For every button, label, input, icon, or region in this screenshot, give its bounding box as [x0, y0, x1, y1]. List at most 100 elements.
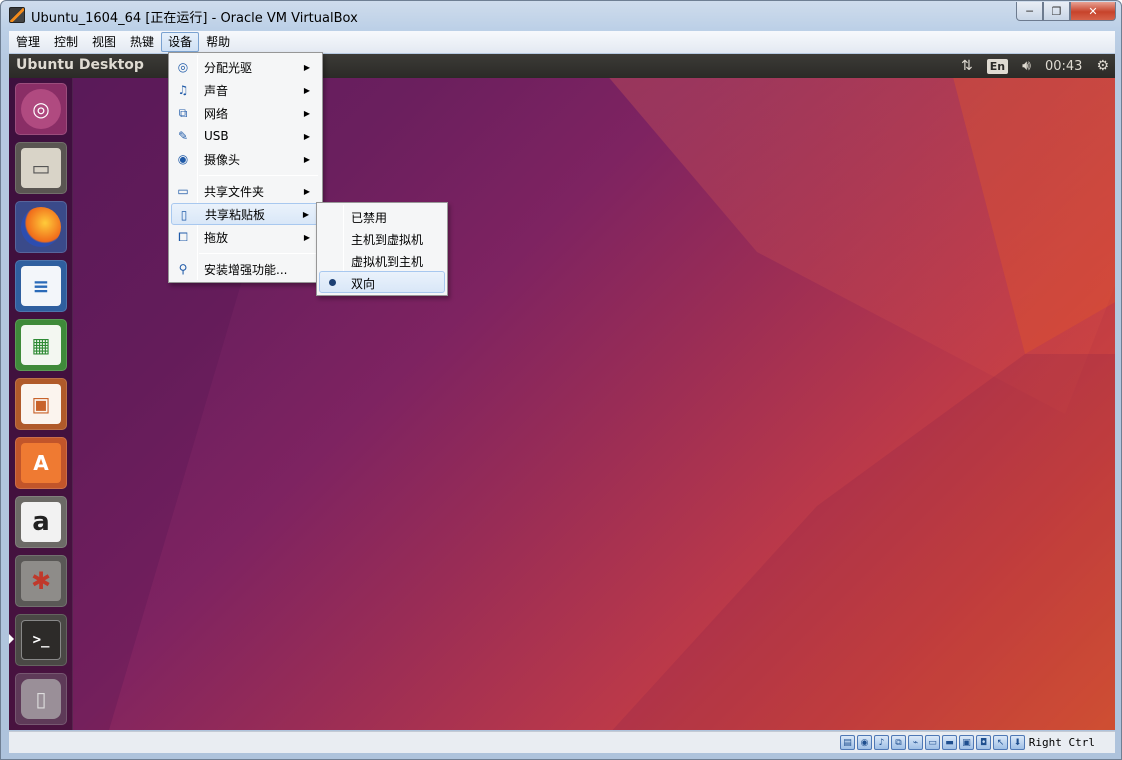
menu-manage[interactable]: 管理: [9, 32, 47, 52]
submenu-arrow-icon: ▶: [303, 154, 310, 164]
submenu-item-label: 双向: [351, 277, 376, 291]
menu-item-audio[interactable]: ♫ 声音 ▶: [171, 79, 320, 101]
menu-item-label: 声音: [204, 83, 229, 98]
terminal-icon: >_: [21, 620, 61, 660]
menu-item-label: 安装增强功能...: [204, 262, 288, 277]
webcam-icon: ◉: [177, 152, 189, 166]
firefox-icon: [21, 207, 61, 247]
shared-folder-icon[interactable]: ▭: [925, 735, 940, 750]
menu-item-network[interactable]: ⧉ 网络 ▶: [171, 102, 320, 124]
menu-item-label: 网络: [204, 106, 229, 121]
submenu-arrow-icon: ▶: [303, 131, 310, 141]
minimize-icon: ─: [1026, 4, 1033, 18]
clipboard-option-bidirectional[interactable]: 双向: [319, 271, 445, 293]
recording-icon[interactable]: ▣: [959, 735, 974, 750]
indicator-area: ⇅ En 🔊︎ 00:43 ⚙: [961, 54, 1109, 78]
usb-icon: ✎: [177, 129, 189, 143]
menu-item-optical-drives[interactable]: ◎ 分配光驱 ▶: [171, 56, 320, 78]
menu-devices[interactable]: 设备: [161, 32, 200, 52]
window-controls: ─ ❐ ✕: [1016, 2, 1116, 21]
menu-item-shared-clipboard[interactable]: ▯ 共享粘贴板 ▶: [171, 203, 320, 225]
devices-menu: ◎ 分配光驱 ▶ ♫ 声音 ▶ ⧉ 网络 ▶ ✎ USB ▶ ◉ 摄像头 ▶ ▭…: [168, 52, 323, 283]
optical-disk-icon[interactable]: ◉: [857, 735, 872, 750]
menu-item-label: USB: [204, 129, 229, 143]
submenu-arrow-icon: ▶: [303, 186, 310, 196]
drag-drop-icon: ⧠: [178, 229, 188, 244]
clipboard-option-guest-to-host[interactable]: 虚拟机到主机: [319, 249, 445, 271]
menu-item-insert-guest-additions[interactable]: ⚲ 安装增强功能...: [171, 258, 320, 280]
cpu-icon[interactable]: ◘: [976, 735, 991, 750]
launcher-writer[interactable]: ≡: [15, 260, 67, 312]
audio-icon: ♫: [177, 83, 189, 97]
minimize-button[interactable]: ─: [1016, 2, 1043, 21]
ubuntu-launcher: ◎ ▭ ≡ ▦ ▣ A a ✱ >_ ▯: [9, 78, 73, 730]
launcher-terminal[interactable]: >_: [15, 614, 67, 666]
clipboard-option-host-to-guest[interactable]: 主机到虚拟机: [319, 227, 445, 249]
menu-item-label: 共享文件夹: [204, 184, 265, 199]
ubuntu-software-icon: A: [21, 443, 61, 483]
clipboard-icon: ▯: [180, 208, 188, 222]
optical-disc-icon: ◎: [177, 60, 189, 74]
volume-icon[interactable]: 🔊︎: [1022, 58, 1031, 74]
menu-item-label: 分配光驱: [204, 60, 253, 75]
menu-hotkeys[interactable]: 热键: [123, 32, 161, 52]
menu-bar: 管理 控制 视图 热键 设备 帮助: [9, 31, 1115, 53]
menu-help[interactable]: 帮助: [199, 32, 237, 52]
menu-item-webcam[interactable]: ◉ 摄像头 ▶: [171, 148, 320, 170]
wallpaper-facet: [609, 354, 1115, 730]
menu-separator: [199, 253, 318, 254]
menu-item-shared-folders[interactable]: ▭ 共享文件夹 ▶: [171, 180, 320, 202]
clipboard-option-disabled[interactable]: 已禁用: [319, 205, 445, 227]
power-gear-icon[interactable]: ⚙: [1096, 58, 1109, 74]
restore-button[interactable]: ❐: [1043, 2, 1070, 21]
network-icon[interactable]: ⧉: [891, 735, 906, 750]
menu-item-label: 共享粘贴板: [205, 207, 266, 222]
menu-item-drag-drop[interactable]: ⧠ 拖放 ▶: [171, 226, 320, 248]
shared-folder-icon: ▭: [177, 184, 189, 198]
title-bar[interactable]: Ubuntu_1604_64 [正在运行] - Oracle VM Virtua…: [1, 1, 1121, 29]
launcher-calc[interactable]: ▦: [15, 319, 67, 371]
submenu-arrow-icon: ▶: [303, 85, 310, 95]
network-icon: ⧉: [178, 105, 188, 120]
launcher-firefox[interactable]: [15, 201, 67, 253]
launcher-settings[interactable]: ✱: [15, 555, 67, 607]
launcher-software[interactable]: A: [15, 437, 67, 489]
panel-title: Ubuntu Desktop: [16, 57, 144, 73]
wallpaper-facet: [589, 54, 1115, 414]
mouse-integration-icon[interactable]: ↖: [993, 735, 1008, 750]
usb-icon[interactable]: ⌁: [908, 735, 923, 750]
wallpaper-facet: [947, 54, 1115, 354]
launcher-trash[interactable]: ▯: [15, 673, 67, 725]
display-icon[interactable]: ▬: [942, 735, 957, 750]
submenu-arrow-icon: ▶: [302, 209, 309, 219]
audio-icon[interactable]: ♪: [874, 735, 889, 750]
clock[interactable]: 00:43: [1045, 59, 1082, 74]
system-settings-icon: ✱: [21, 561, 61, 601]
amazon-icon: a: [21, 502, 61, 542]
submenu-item-label: 主机到虚拟机: [351, 233, 424, 247]
submenu-arrow-icon: ▶: [303, 232, 310, 242]
menu-view[interactable]: 视图: [85, 32, 123, 52]
trash-icon: ▯: [21, 679, 61, 719]
hard-disk-icon[interactable]: ▤: [840, 735, 855, 750]
launcher-files[interactable]: ▭: [15, 142, 67, 194]
virtualbox-app-icon: [9, 7, 25, 23]
libreoffice-writer-icon: ≡: [21, 266, 61, 306]
submenu-item-label: 已禁用: [351, 211, 388, 225]
status-bar: ▤ ◉ ♪ ⧉ ⌁ ▭ ▬ ▣ ◘ ↖ ⬇ Right Ctrl: [9, 731, 1115, 753]
files-icon: ▭: [21, 148, 61, 188]
keyboard-layout-indicator[interactable]: En: [986, 58, 1009, 74]
launcher-impress[interactable]: ▣: [15, 378, 67, 430]
launcher-dash[interactable]: ◎: [15, 83, 67, 135]
keyboard-icon[interactable]: ⬇: [1010, 735, 1025, 750]
close-button[interactable]: ✕: [1070, 2, 1116, 21]
launcher-amazon[interactable]: a: [15, 496, 67, 548]
menu-control[interactable]: 控制: [47, 32, 85, 52]
ubuntu-dash-icon: ◎: [21, 89, 61, 129]
menu-item-usb[interactable]: ✎ USB ▶: [171, 125, 320, 147]
host-key-label: Right Ctrl: [1028, 736, 1095, 749]
network-transfer-icon[interactable]: ⇅: [961, 58, 973, 74]
libreoffice-impress-icon: ▣: [21, 384, 61, 424]
libreoffice-calc-icon: ▦: [21, 325, 61, 365]
menu-separator: [199, 175, 318, 176]
